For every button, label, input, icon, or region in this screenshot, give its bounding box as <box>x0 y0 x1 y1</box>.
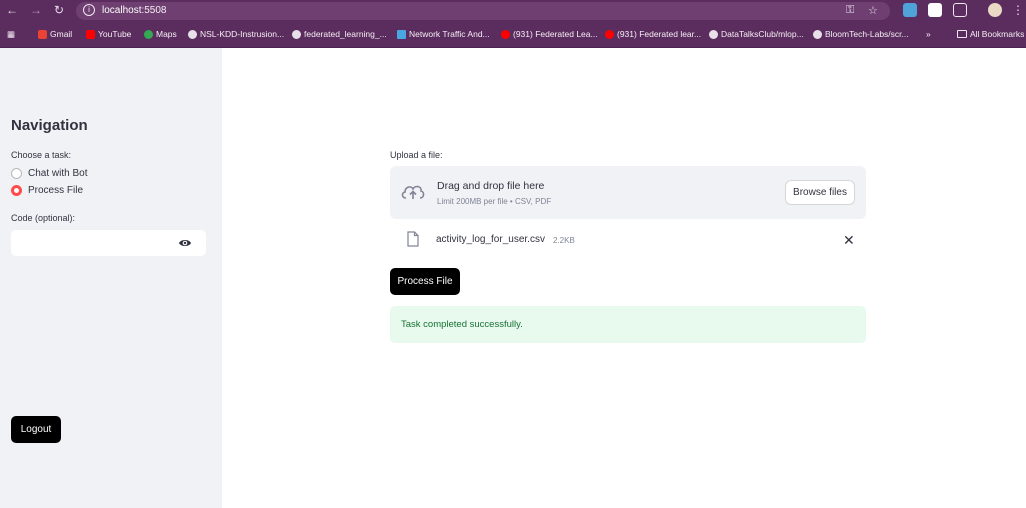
github-icon <box>709 29 718 39</box>
bookmark-maps[interactable]: Maps <box>144 29 177 39</box>
site-info-icon[interactable]: i <box>83 4 95 16</box>
logout-button[interactable]: Logout <box>11 416 61 443</box>
apps-grid-icon[interactable]: ▦ <box>7 29 15 40</box>
radio-circle[interactable] <box>11 168 22 179</box>
bookmark-bloomtech[interactable]: BloomTech-Labs/scr... <box>813 29 909 39</box>
youtube-icon <box>501 29 510 39</box>
bookmark-label: YouTube <box>98 29 132 39</box>
dropzone-title: Drag and drop file here <box>437 180 545 192</box>
extension-icon-2[interactable] <box>928 3 942 17</box>
bookmark-nsl-kdd[interactable]: NSL-KDD-Instrusion... <box>188 29 284 39</box>
success-alert: Task completed successfully. <box>390 306 866 343</box>
dropzone-limit: Limit 200MB per file • CSV, PDF <box>437 197 552 206</box>
radio-circle-selected[interactable] <box>11 185 22 196</box>
bookmark-federated-lea-1[interactable]: (931) Federated Lea... <box>501 29 598 39</box>
file-dropzone[interactable]: Drag and drop file here Limit 200MB per … <box>390 166 866 219</box>
file-name: activity_log_for_user.csv <box>436 234 545 245</box>
code-password-input[interactable] <box>11 230 206 256</box>
success-message: Task completed successfully. <box>401 319 523 330</box>
bookmark-star-icon[interactable]: ☆ <box>868 4 878 17</box>
gmail-icon <box>38 29 47 39</box>
bookmark-label: DataTalksClub/mlop... <box>721 29 804 39</box>
browser-toolbar: ← → ↻ i localhost:5508 ⚿ ☆ ⋮ <box>0 0 1026 22</box>
bookmark-federated-learning[interactable]: federated_learning_... <box>292 29 387 39</box>
sidebar: Navigation Choose a task: Chat with Bot … <box>0 48 222 508</box>
extensions-puzzle-icon[interactable] <box>953 3 967 17</box>
youtube-icon <box>605 29 614 39</box>
file-icon <box>407 231 419 247</box>
browse-files-button[interactable]: Browse files <box>785 180 855 205</box>
cloud-upload-icon <box>401 185 425 199</box>
code-label: Code (optional): <box>11 213 76 223</box>
upload-label: Upload a file: <box>390 150 443 160</box>
radio-label: Chat with Bot <box>28 168 88 179</box>
bookmark-label: (931) Federated Lea... <box>513 29 598 39</box>
bookmark-label: Gmail <box>50 29 73 39</box>
password-key-icon[interactable]: ⚿ <box>846 4 854 17</box>
github-icon <box>188 29 197 39</box>
profile-avatar[interactable] <box>988 3 1002 17</box>
bookmark-label: (931) Federated lear... <box>617 29 702 39</box>
bookmark-federated-lea-2[interactable]: (931) Federated lear... <box>605 29 701 39</box>
forward-icon[interactable]: → <box>30 3 42 17</box>
back-icon[interactable]: ← <box>6 3 18 17</box>
all-bookmarks[interactable]: All Bookmarks <box>957 29 1024 39</box>
sidebar-title: Navigation <box>11 117 88 134</box>
bookmark-datatalksclub[interactable]: DataTalksClub/mlop... <box>709 29 804 39</box>
github-icon <box>292 29 301 39</box>
remove-file-close-icon[interactable]: ✕ <box>843 232 855 249</box>
bookmark-youtube[interactable]: YouTube <box>86 29 131 39</box>
bookmark-gmail[interactable]: Gmail <box>38 29 72 39</box>
url-port: :5508 <box>141 5 167 16</box>
reload-icon[interactable]: ↻ <box>54 3 64 17</box>
bookmark-label: NSL-KDD-Instrusion... <box>200 29 285 39</box>
uploaded-file-row: activity_log_for_user.csv 2.2KB ✕ <box>390 226 866 256</box>
bookmark-network-traffic[interactable]: Network Traffic And... <box>397 29 490 39</box>
menu-kebab-icon[interactable]: ⋮ <box>1012 3 1024 17</box>
show-password-eye-icon[interactable] <box>178 237 192 249</box>
address-bar[interactable]: i localhost:5508 ⚿ ☆ <box>76 2 890 20</box>
radio-chat-with-bot[interactable]: Chat with Bot <box>11 168 87 179</box>
bookmarks-overflow[interactable]: » <box>926 29 931 39</box>
address-url: localhost:5508 <box>102 5 167 16</box>
process-file-button[interactable]: Process File <box>390 268 460 295</box>
task-label: Choose a task: <box>11 150 72 160</box>
maps-icon <box>144 29 153 39</box>
site-icon <box>397 29 406 39</box>
bookmark-label: Maps <box>156 29 177 39</box>
extension-icon[interactable] <box>903 3 917 17</box>
radio-label: Process File <box>28 185 84 196</box>
all-bookmarks-label: All Bookmarks <box>970 29 1025 39</box>
folder-icon <box>957 30 967 38</box>
github-icon <box>813 29 822 39</box>
url-host: localhost <box>102 5 142 16</box>
file-size: 2.2KB <box>553 236 575 245</box>
bookmark-label: Network Traffic And... <box>409 29 490 39</box>
youtube-icon <box>86 29 95 39</box>
bookmarks-bar: ▦ Gmail YouTube Maps NSL-KDD-Instrusion.… <box>0 22 1026 48</box>
bookmark-label: federated_learning_... <box>304 29 387 39</box>
radio-process-file[interactable]: Process File <box>11 185 83 196</box>
bookmark-label: BloomTech-Labs/scr... <box>825 29 909 39</box>
